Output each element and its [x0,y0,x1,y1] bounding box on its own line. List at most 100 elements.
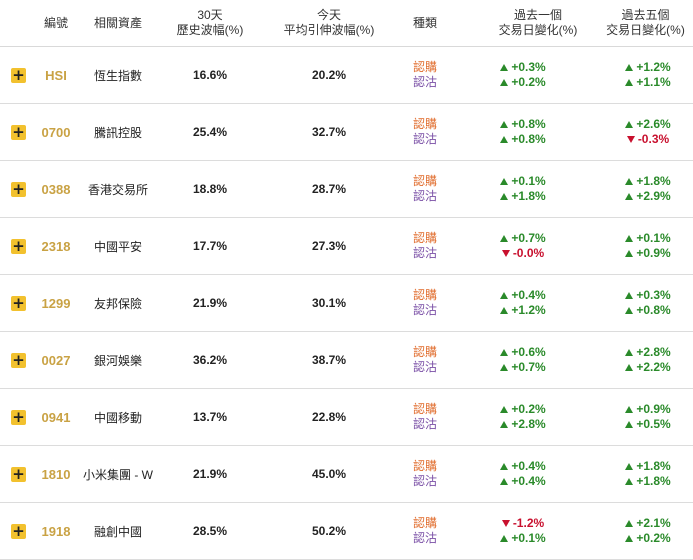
implied-vol-value: 22.8% [311,410,347,424]
change-value: -1.2% [501,516,544,531]
arrow-up-icon [625,349,634,356]
arrow-up-icon [500,421,509,428]
asset-code[interactable]: 0388 [30,161,82,217]
arrow-up-icon [625,520,634,527]
implied-vol-value: 27.3% [311,239,347,253]
hist-vol-value: 21.9% [192,296,228,310]
change-value: +1.8% [625,459,671,474]
table-row: +0941 中國移動 13.7% 22.8% 認購 認沽 +0.2% +2.8% +0.9% +0… [0,389,693,446]
change-1d-cell: +0.7% -0.0% [478,218,568,274]
implied-vol-value: 28.7% [311,182,347,196]
expand-plus-icon[interactable]: + [11,353,26,368]
change-value: +0.4% [500,459,546,474]
header-asset: 相關資產 [93,15,142,30]
hist-vol-value: 25.4% [192,125,228,139]
arrow-up-icon [625,64,634,71]
change-value: +1.8% [625,474,671,489]
arrow-up-icon [500,292,509,299]
table-row: +2318 中國平安 17.7% 27.3% 認購 認沽 +0.7% -0.0% +0.1% +0… [0,218,693,275]
change-value: +1.1% [625,75,671,90]
header-change-5d: 過去五個 交易日變化(%) [606,8,685,37]
implied-vol-value: 45.0% [311,467,347,481]
kind-put: 認沽 [412,531,437,545]
volatility-table: 編號 相關資產 30天 歷史波幅(%) 今天 平均引伸波幅(%) 種類 過去一個… [0,0,693,560]
expand-plus-icon[interactable]: + [11,68,26,83]
kind-call: 認購 [412,117,437,131]
arrow-up-icon [500,406,509,413]
kind-call: 認購 [412,60,437,74]
arrow-up-icon [500,364,509,371]
expand-plus-icon[interactable]: + [11,239,26,254]
kind-call: 認購 [412,345,437,359]
kind-put: 認沽 [412,303,437,317]
asset-code[interactable]: 1810 [30,446,82,502]
change-value: +0.1% [625,231,671,246]
asset-code[interactable]: 0700 [30,104,82,160]
change-1d-cell: +0.6% +0.7% [478,332,568,388]
change-value: +0.1% [500,531,546,546]
arrow-up-icon [625,421,634,428]
change-5d-cell: +1.8% +1.8% [603,446,693,502]
arrow-up-icon [500,136,509,143]
hist-vol-value: 28.5% [192,524,228,538]
implied-vol-value: 32.7% [311,125,347,139]
kind-put: 認沽 [412,132,437,146]
asset-name: 中國平安 [93,239,142,254]
kind-cell: 認購 認沽 [400,161,450,217]
expand-plus-icon[interactable]: + [11,296,26,311]
change-value: -0.0% [501,246,544,261]
arrow-up-icon [500,535,509,542]
arrow-up-icon [500,79,509,86]
change-value: +2.2% [625,360,671,375]
asset-code[interactable]: 0027 [30,332,82,388]
expand-plus-icon[interactable]: + [11,125,26,140]
hist-vol-value: 13.7% [192,410,228,424]
expand-plus-icon[interactable]: + [11,524,26,539]
change-5d-cell: +2.8% +2.2% [603,332,693,388]
header-change-1d: 過去一個 交易日變化(%) [498,8,578,37]
kind-put: 認沽 [412,474,437,488]
arrow-up-icon [625,307,634,314]
kind-call: 認購 [412,402,437,416]
table-row: +1918 融創中國 28.5% 50.2% 認購 認沽 -1.2% +0.1% +2.1% +0… [0,503,693,560]
change-value: +2.6% [625,117,671,132]
change-value: +1.8% [625,174,671,189]
asset-code[interactable]: 0941 [30,389,82,445]
expand-plus-icon[interactable]: + [11,182,26,197]
asset-name: 中國移動 [93,410,142,425]
hist-vol-value: 36.2% [192,353,228,367]
kind-put: 認沽 [412,246,437,260]
change-5d-cell: +0.9% +0.5% [603,389,693,445]
change-value: +0.1% [500,174,546,189]
arrow-up-icon [500,64,509,71]
asset-name: 友邦保險 [93,296,142,311]
change-1d-cell: +0.4% +0.4% [478,446,568,502]
kind-put: 認沽 [412,360,437,374]
asset-code[interactable]: HSI [30,47,82,103]
implied-vol-value: 50.2% [311,524,347,538]
arrow-up-icon [500,307,509,314]
header-implied-vol: 今天 平均引伸波幅(%) [283,8,375,37]
change-value: +2.8% [500,417,546,432]
change-value: +0.2% [500,75,546,90]
arrow-down-icon [501,250,510,257]
change-1d-cell: +0.3% +0.2% [478,47,568,103]
expand-plus-icon[interactable]: + [11,467,26,482]
change-value: +2.9% [625,189,671,204]
arrow-up-icon [500,235,509,242]
change-value: +0.7% [500,360,546,375]
arrow-up-icon [500,193,509,200]
kind-call: 認購 [412,231,437,245]
change-5d-cell: +2.1% +0.2% [603,503,693,559]
hist-vol-value: 21.9% [192,467,228,481]
arrow-up-icon [625,478,634,485]
expand-plus-icon[interactable]: + [11,410,26,425]
asset-code[interactable]: 1918 [30,503,82,559]
header-code: 編號 [43,15,68,30]
change-value: +0.2% [625,531,671,546]
asset-code[interactable]: 2318 [30,218,82,274]
asset-code[interactable]: 1299 [30,275,82,331]
table-header: 編號 相關資產 30天 歷史波幅(%) 今天 平均引伸波幅(%) 種類 過去一個… [0,0,693,47]
arrow-up-icon [500,178,509,185]
arrow-up-icon [625,292,634,299]
